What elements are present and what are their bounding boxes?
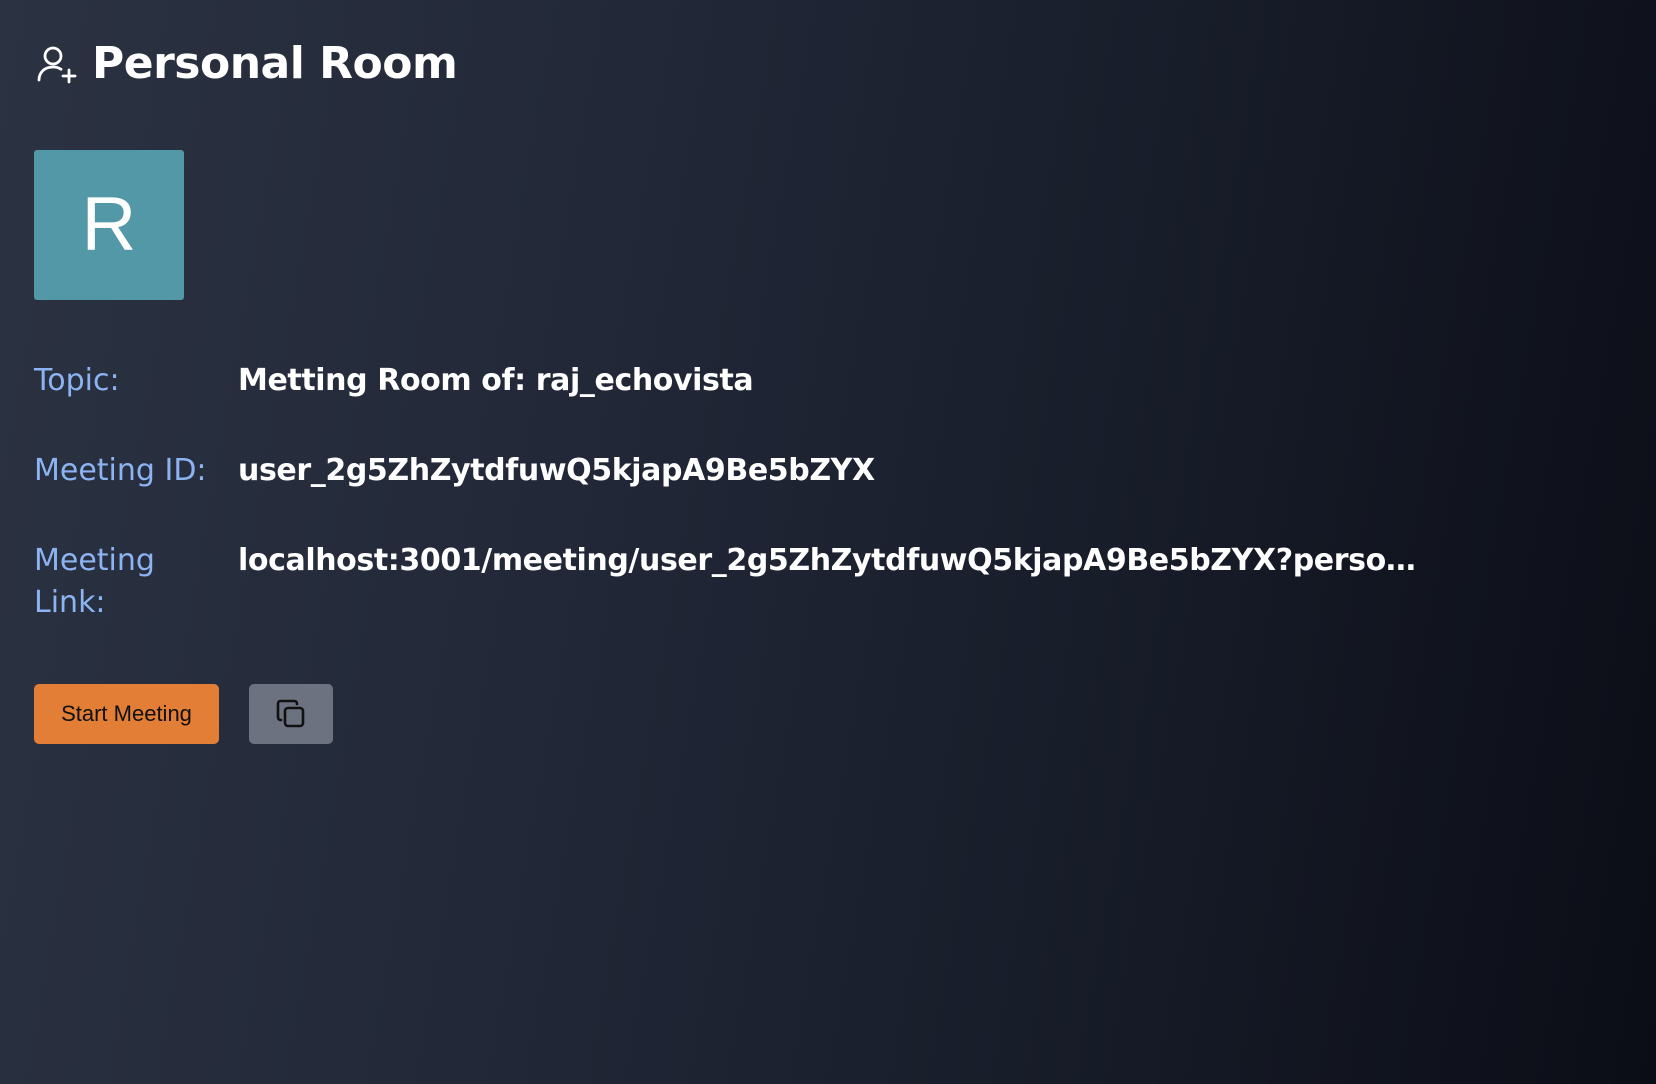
meeting-id-value: user_2g5ZhZytdfuwQ5kjapA9Be5bZYX: [238, 453, 875, 488]
meeting-id-label: Meeting ID:: [34, 453, 207, 488]
action-bar: Start Meeting: [34, 684, 333, 744]
meeting-link-value: localhost:3001/meeting/user_2g5ZhZytdfuw…: [238, 543, 1418, 578]
topic-row: Topic: Metting Room of: raj_echovista: [34, 360, 1484, 402]
meeting-link-label: Meeting Link:: [34, 543, 155, 620]
page-title: Personal Room: [92, 38, 458, 89]
meeting-id-row: Meeting ID: user_2g5ZhZytdfuwQ5kjapA9Be5…: [34, 450, 1484, 492]
topic-value: Metting Room of: raj_echovista: [238, 363, 754, 398]
meeting-link-row: Meeting Link: localhost:3001/meeting/use…: [34, 540, 1484, 624]
page-header: Personal Room: [34, 38, 458, 90]
avatar: R: [34, 150, 184, 300]
avatar-initial: R: [81, 182, 137, 267]
user-plus-icon: [34, 41, 80, 87]
copy-link-button[interactable]: [249, 684, 333, 744]
copy-icon: [274, 697, 308, 731]
start-meeting-button[interactable]: Start Meeting: [34, 684, 219, 744]
topic-label: Topic:: [34, 363, 120, 398]
